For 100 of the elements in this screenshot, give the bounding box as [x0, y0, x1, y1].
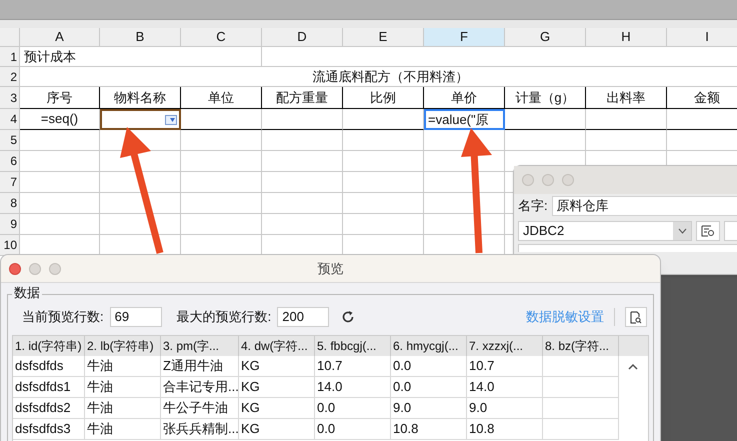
spreadsheet-cell[interactable]: 配方重量: [262, 87, 343, 109]
minimize-button[interactable]: [542, 174, 554, 186]
spreadsheet-cell[interactable]: [505, 109, 586, 130]
spreadsheet-cell[interactable]: 计量（g）: [505, 87, 586, 109]
spreadsheet-cell[interactable]: [424, 193, 505, 214]
column-header[interactable]: 1. id(字符串): [13, 336, 85, 356]
spreadsheet-cell[interactable]: 单价: [424, 87, 505, 109]
column-header[interactable]: 8. bz(字符...: [543, 336, 619, 356]
spreadsheet-cell[interactable]: [424, 214, 505, 235]
spreadsheet-cell[interactable]: 出料率: [586, 87, 667, 109]
row-header[interactable]: 6: [0, 151, 20, 172]
spreadsheet-cell[interactable]: 单位: [181, 87, 262, 109]
row-header[interactable]: 10: [0, 235, 20, 256]
spreadsheet-cell[interactable]: [343, 151, 424, 172]
spreadsheet-cell[interactable]: [20, 214, 100, 235]
spreadsheet-cell[interactable]: [262, 193, 343, 214]
column-header[interactable]: I: [667, 28, 737, 46]
max-rows-field[interactable]: 200: [277, 307, 330, 327]
table-cell: 10.8: [467, 419, 543, 440]
minimize-button[interactable]: [29, 262, 41, 274]
row-header[interactable]: 2: [0, 67, 20, 87]
table-settings-button[interactable]: [696, 221, 720, 241]
table-cell: 14.0: [315, 377, 391, 398]
row-header[interactable]: 4: [0, 109, 20, 130]
spreadsheet-cell[interactable]: 流通底料配方（不用料渣）: [20, 67, 737, 87]
column-header[interactable]: D: [262, 28, 343, 46]
spreadsheet-cell[interactable]: 序号: [20, 87, 100, 109]
column-header[interactable]: 3. pm(字...: [161, 336, 239, 356]
row-header[interactable]: 8: [0, 193, 20, 214]
spreadsheet-cell[interactable]: [20, 193, 100, 214]
row-header[interactable]: 5: [0, 130, 20, 151]
spreadsheet-cell[interactable]: [181, 151, 262, 172]
current-rows-field[interactable]: 69: [110, 307, 162, 327]
spreadsheet-cell[interactable]: [100, 172, 181, 193]
spreadsheet-cell[interactable]: [505, 130, 586, 151]
refresh-icon[interactable]: [341, 310, 356, 324]
row-header[interactable]: 9: [0, 214, 20, 235]
row-header[interactable]: 3: [0, 87, 20, 109]
spreadsheet-cell[interactable]: [343, 109, 424, 130]
column-header[interactable]: H: [586, 28, 667, 46]
table-cell: 9.0: [467, 398, 543, 419]
table-cell: 牛公子牛油: [161, 398, 239, 419]
column-header[interactable]: C: [181, 28, 262, 46]
preview-button[interactable]: [625, 307, 647, 327]
spreadsheet-cell[interactable]: 金额: [667, 87, 737, 109]
zoom-button[interactable]: [49, 262, 61, 274]
table-icon: [701, 225, 716, 237]
spreadsheet-cell[interactable]: [100, 214, 181, 235]
chevron-down-icon: [678, 228, 687, 234]
column-header[interactable]: 6. hmycgj(...: [391, 336, 467, 356]
column-header[interactable]: B: [100, 28, 181, 46]
column-header[interactable]: 2. lb(字符串): [85, 336, 161, 356]
spreadsheet-cell[interactable]: [181, 193, 262, 214]
table-cell: 9.0: [391, 398, 467, 419]
spreadsheet-cell[interactable]: [424, 172, 505, 193]
column-header[interactable]: 7. xzzxj(...: [467, 336, 543, 356]
scroll-up-icon[interactable]: [628, 363, 638, 370]
spreadsheet-cell[interactable]: [20, 130, 100, 151]
table-cell: KG: [239, 377, 315, 398]
spreadsheet-cell[interactable]: [100, 193, 181, 214]
spreadsheet-cell[interactable]: [586, 130, 667, 151]
spreadsheet-cell[interactable]: [20, 151, 100, 172]
column-header[interactable]: 5. fbbcgj(...: [315, 336, 391, 356]
dropdown-cell[interactable]: [100, 109, 181, 130]
table-cell: 0.0: [315, 398, 391, 419]
spreadsheet-cell[interactable]: 物料名称: [100, 87, 181, 109]
spreadsheet-cell[interactable]: [343, 214, 424, 235]
close-button[interactable]: [9, 262, 21, 274]
spreadsheet-cell[interactable]: [262, 172, 343, 193]
spreadsheet-cell[interactable]: [20, 172, 100, 193]
connection-select[interactable]: JDBC2: [518, 221, 692, 241]
row-header[interactable]: 1: [0, 47, 20, 67]
spreadsheet-cell[interactable]: [343, 172, 424, 193]
group-label: 数据: [12, 285, 42, 301]
spreadsheet-cell[interactable]: [262, 151, 343, 172]
spreadsheet-cell[interactable]: [181, 130, 262, 151]
spreadsheet-cell[interactable]: [262, 130, 343, 151]
table-cell: 张兵兵精制...: [161, 419, 239, 440]
spreadsheet-cell[interactable]: [343, 130, 424, 151]
column-header[interactable]: F: [424, 28, 505, 46]
spreadsheet-cell[interactable]: [181, 214, 262, 235]
spreadsheet-cell[interactable]: =value("原: [424, 109, 505, 130]
spreadsheet-cell[interactable]: [262, 109, 343, 130]
spreadsheet-cell[interactable]: [262, 214, 343, 235]
spreadsheet-cell[interactable]: [181, 109, 262, 130]
zoom-button[interactable]: [562, 174, 574, 186]
spreadsheet-cell[interactable]: 比例: [343, 87, 424, 109]
column-header[interactable]: 4. dw(字符...: [239, 336, 315, 356]
spreadsheet-cell[interactable]: =seq(): [20, 109, 100, 130]
spreadsheet-cell[interactable]: 预计成本: [20, 47, 262, 67]
spreadsheet-cell[interactable]: [586, 109, 667, 130]
table-cell: 14.0: [467, 377, 543, 398]
table-cell: 合丰记专用...: [161, 377, 239, 398]
search-field[interactable]: [518, 244, 737, 252]
row-header[interactable]: 7: [0, 172, 20, 193]
spreadsheet-cell[interactable]: [181, 172, 262, 193]
column-header[interactable]: G: [505, 28, 586, 46]
column-header[interactable]: A: [20, 28, 100, 46]
spreadsheet-cell[interactable]: [343, 193, 424, 214]
name-field[interactable]: 原料仓库: [552, 196, 737, 216]
